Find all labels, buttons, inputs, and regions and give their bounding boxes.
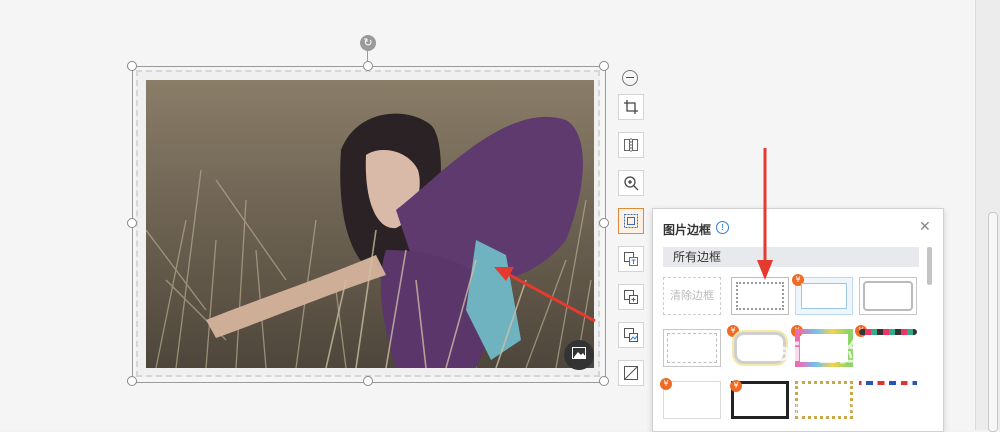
border-tile-blue[interactable]: ¥ [792, 274, 853, 315]
replace-tool-button[interactable] [618, 322, 644, 348]
outline-tool-button[interactable] [618, 360, 644, 386]
resize-handle-nw[interactable] [127, 61, 137, 71]
resize-handle-e[interactable] [599, 218, 609, 228]
annotation-arrow-1 [494, 267, 596, 323]
replace-icon [624, 328, 638, 342]
rotate-handle-icon[interactable]: ↻ [360, 35, 376, 51]
picture-frame-tool-button[interactable] [618, 208, 644, 234]
picture-tools-button[interactable] [564, 340, 594, 370]
translate-tool-button[interactable] [618, 246, 644, 272]
annotation-arrow-2 [757, 148, 773, 280]
panel-title: 图片边框 [663, 223, 712, 237]
premium-badge: ¥ [730, 380, 742, 392]
info-icon[interactable]: ! [716, 221, 729, 234]
split-icon [624, 138, 638, 152]
close-icon[interactable]: ✕ [919, 219, 931, 235]
crop-icon [624, 100, 638, 114]
vertical-scrollbar[interactable] [988, 212, 998, 432]
watermark-url: jingyan.baidu.com [795, 400, 906, 414]
panel-scrollbar[interactable] [927, 247, 932, 285]
border-tile-double[interactable] [859, 277, 917, 315]
border-tile-grey[interactable] [663, 329, 721, 367]
collapse-icon[interactable] [622, 70, 638, 86]
image-icon [572, 347, 586, 359]
resize-handle-se[interactable] [599, 376, 609, 386]
resize-handle-n[interactable] [363, 61, 373, 71]
resize-handle-w[interactable] [127, 218, 137, 228]
premium-badge: ¥ [660, 378, 672, 390]
border-tile-plain[interactable]: ¥ [660, 378, 721, 419]
resize-handle-ne[interactable] [599, 61, 609, 71]
border-tile-black[interactable]: ¥ [730, 380, 789, 419]
watermark: Bai 经验 [755, 338, 863, 368]
section-header: 所有边框 [663, 247, 919, 267]
outline-icon [624, 366, 638, 380]
resize-handle-sw[interactable] [127, 376, 137, 386]
picture-border-panel: 图片边框 ! ✕ 所有边框 清除边框 ¥ ¥ ¥ ¥ ¥ ¥ [652, 208, 944, 432]
extract-tool-button[interactable] [618, 284, 644, 310]
extract-icon [624, 290, 638, 304]
split-tool-button[interactable] [618, 132, 644, 158]
frame-icon [624, 214, 638, 228]
translate-icon [624, 252, 638, 266]
zoom-icon [624, 176, 639, 191]
border-tile-dots[interactable]: ¥ [855, 325, 917, 367]
resize-handle-s[interactable] [363, 376, 373, 386]
zoom-tool-button[interactable] [618, 170, 644, 196]
border-tile-none[interactable]: 清除边框 [663, 277, 721, 315]
crop-tool-button[interactable] [618, 94, 644, 120]
clear-border-label: 清除边框 [670, 289, 714, 302]
